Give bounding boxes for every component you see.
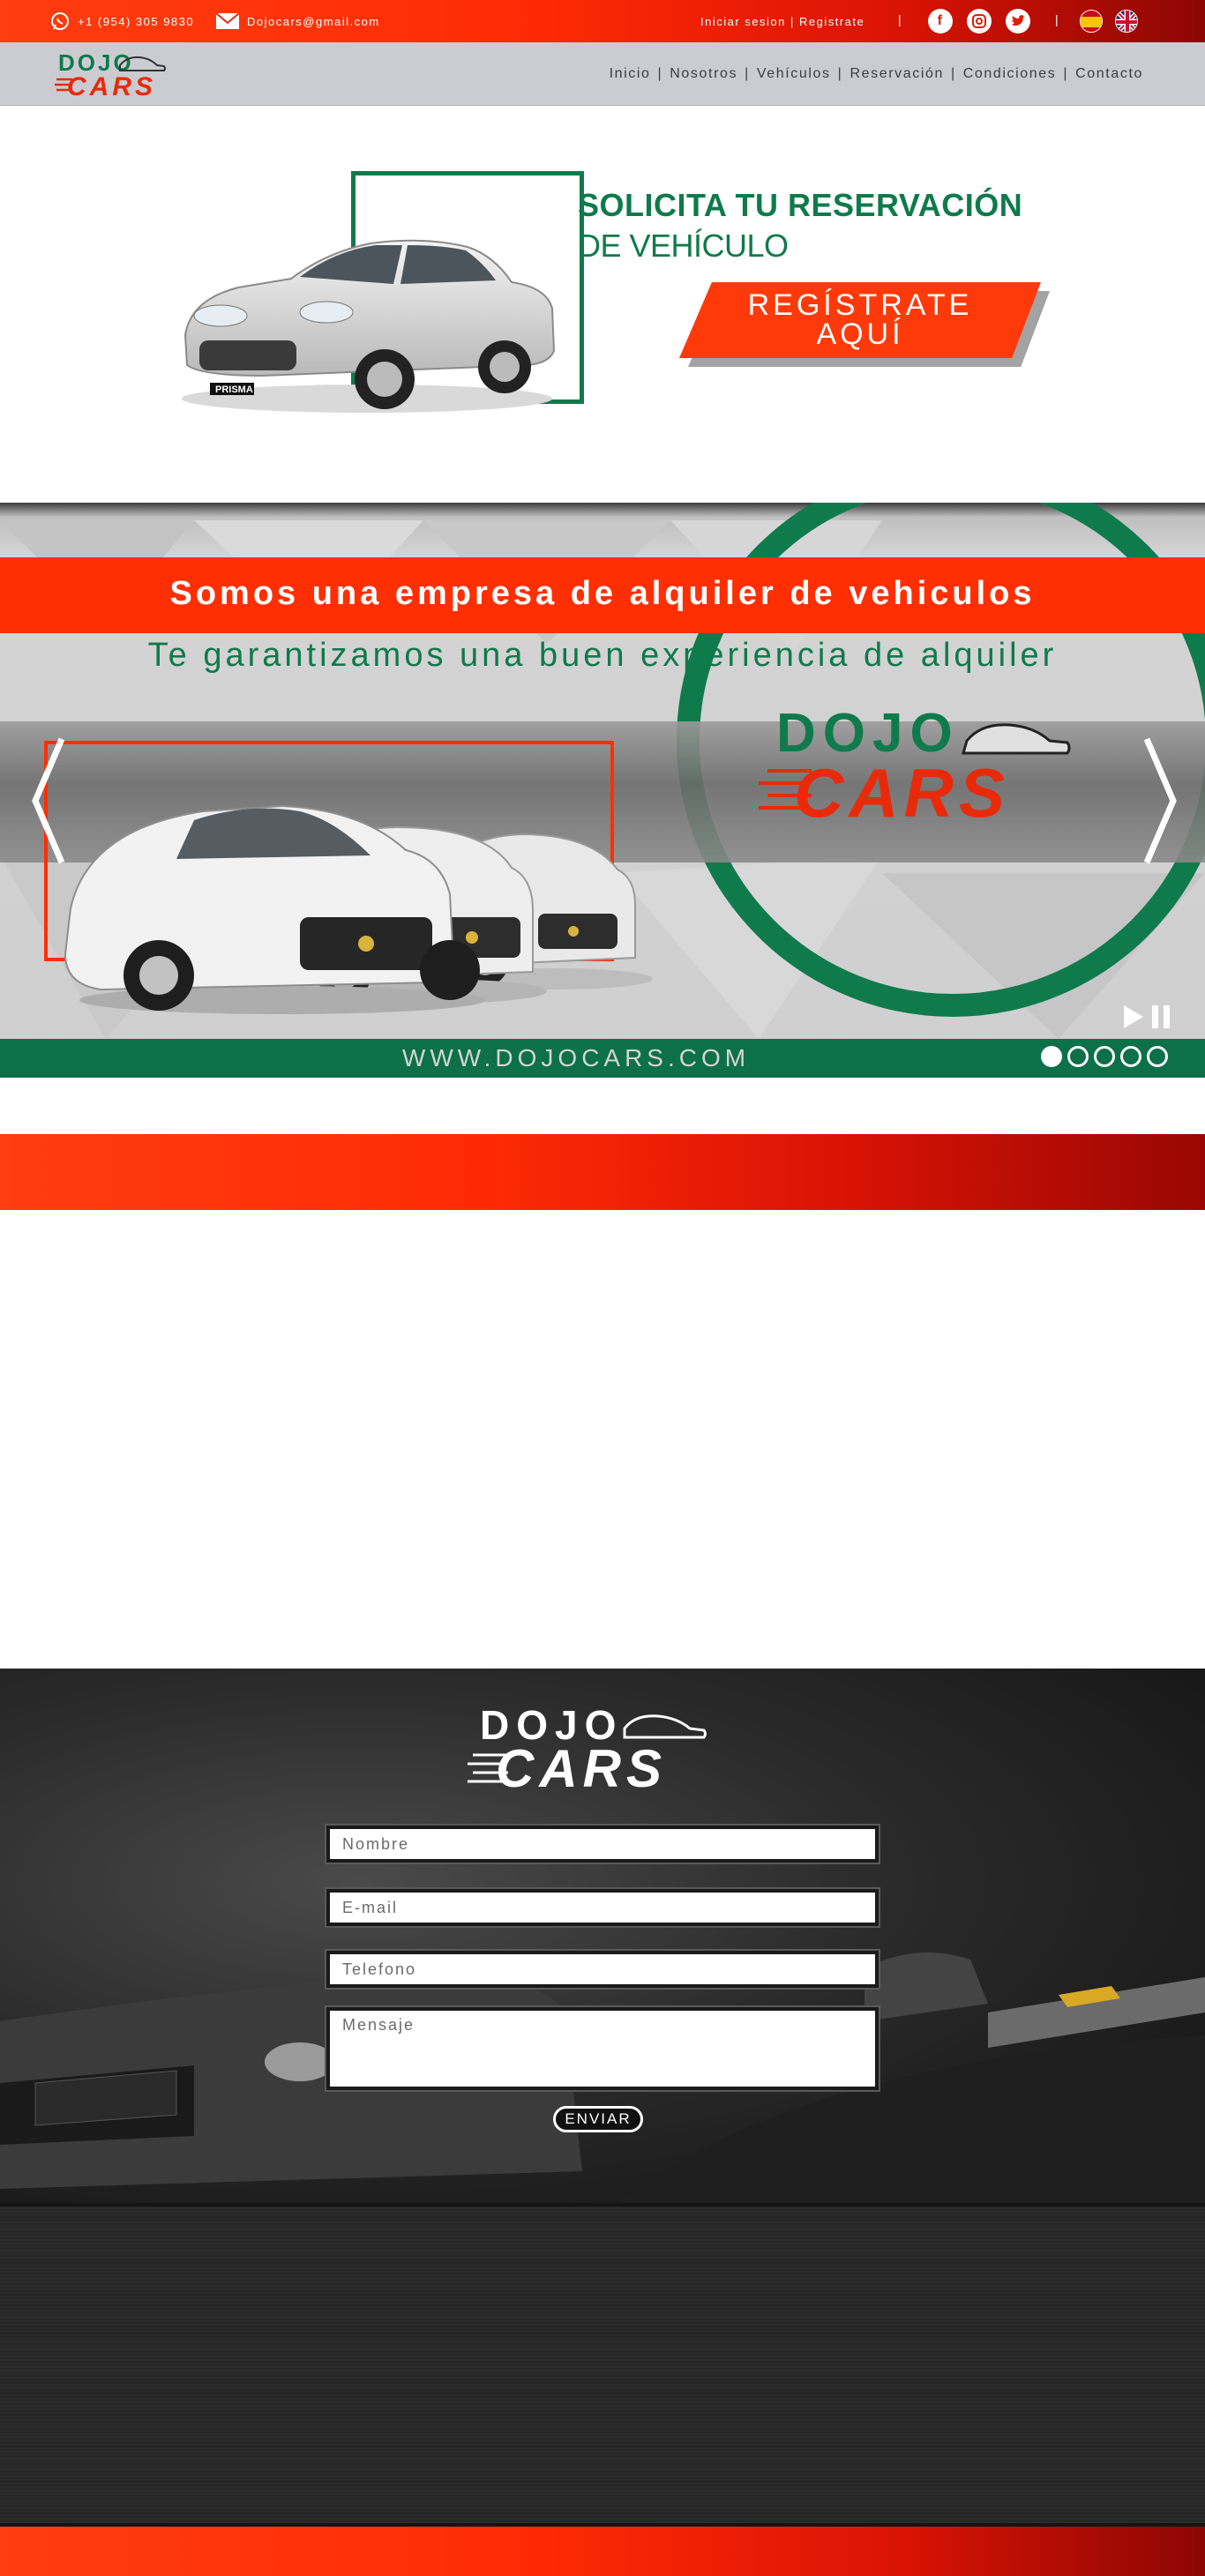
nav-separator: | <box>837 66 843 81</box>
promo-title: SOLICITA TU RESERVACIÓN <box>578 187 1023 223</box>
name-field[interactable] <box>325 1824 880 1864</box>
play-icon[interactable] <box>1124 1005 1143 1028</box>
nav-separator: | <box>745 66 750 81</box>
auth-links[interactable]: Iniciar sesion | Registrate <box>700 0 864 42</box>
cta-label: REGÍSTRATE AQUÍ <box>679 288 1041 351</box>
email-field[interactable] <box>325 1887 880 1928</box>
nav-item-condiciones[interactable]: Condiciones <box>963 66 1057 82</box>
nav-separator: | <box>1063 66 1069 81</box>
slider-pagination <box>1041 1046 1168 1067</box>
dojo-cars-logo[interactable]: DOJO CARS <box>55 48 187 101</box>
footer <box>0 2203 1205 2523</box>
main-nav: Inicio | Nosotros | Vehículos | Reservac… <box>610 42 1143 106</box>
language-switcher <box>1080 0 1138 42</box>
phone-number: +1 (954) 305 9830 <box>78 14 195 28</box>
top-bar: +1 (954) 305 9830 Dojocars@gmail.com Ini… <box>0 0 1205 42</box>
page: +1 (954) 305 9830 Dojocars@gmail.com Ini… <box>0 0 1205 2576</box>
contact-section: DOJO CARS ENVIAR <box>0 1669 1205 2203</box>
message-field[interactable] <box>325 2005 880 2092</box>
nav-item-inicio[interactable]: Inicio <box>610 66 651 82</box>
slider-dot-1[interactable] <box>1041 1046 1062 1067</box>
email-contact[interactable]: Dojocars@gmail.com <box>215 0 380 42</box>
instagram-icon[interactable] <box>967 9 992 34</box>
contact-logo: DOJO CARS <box>468 1702 707 1796</box>
twitter-icon[interactable] <box>1006 9 1030 34</box>
register-cta-button[interactable]: REGÍSTRATE AQUÍ <box>679 282 1050 367</box>
svg-text:CARS: CARS <box>496 1739 667 1796</box>
promo-car-image: PRISMA <box>182 239 556 413</box>
slider-next-arrow[interactable] <box>1133 730 1186 871</box>
website-url: WWW.DOJOCARS.COM <box>401 1044 751 1071</box>
login-register-link[interactable]: Iniciar sesion | Registrate <box>700 15 864 28</box>
divider: | <box>898 12 903 26</box>
nav-item-reservacion[interactable]: Reservación <box>849 66 944 82</box>
slider-prev-arrow[interactable] <box>23 730 76 871</box>
social-links: f <box>928 0 1030 42</box>
nav-separator: | <box>950 66 956 81</box>
slide-suv-fleet-image <box>64 804 653 1014</box>
slider-headline: Somos una empresa de alquiler de vehicul… <box>169 575 1036 612</box>
nav-item-nosotros[interactable]: Nosotros <box>670 66 737 82</box>
spain-flag-icon[interactable] <box>1080 10 1103 33</box>
cta-label-line1: REGÍSTRATE <box>747 288 973 322</box>
phone-field[interactable] <box>325 1949 880 1990</box>
navbar: DOJO CARS Inicio | Nosotros | Vehículos … <box>0 42 1205 106</box>
website-strip: WWW.DOJOCARS.COM <box>0 1039 1205 1078</box>
nav-item-contacto[interactable]: Contacto <box>1075 66 1143 82</box>
nav-separator: | <box>657 66 663 81</box>
whatsapp-icon <box>51 12 69 30</box>
slider-dot-3[interactable] <box>1094 1046 1115 1067</box>
phone-contact[interactable]: +1 (954) 305 9830 <box>49 0 194 42</box>
promo-subtitle: DE VEHÍCULO <box>578 228 789 264</box>
pause-icon[interactable] <box>1152 1005 1170 1028</box>
red-divider-band <box>0 1134 1205 1210</box>
svg-text:CARS: CARS <box>67 72 156 101</box>
reservation-promo: PRISMA SOLICITA TU RESERVACIÓN DE VEHÍCU… <box>0 106 1205 503</box>
slider-dot-2[interactable] <box>1067 1046 1089 1067</box>
slider-controls <box>1124 1005 1170 1028</box>
facebook-icon[interactable]: f <box>928 9 953 34</box>
hero-slider: Somos una empresa de alquiler de vehicul… <box>0 503 1205 1078</box>
divider: | <box>1055 12 1060 26</box>
slider-headline-band: Somos una empresa de alquiler de vehicul… <box>0 557 1205 633</box>
svg-text:PRISMA: PRISMA <box>215 385 253 395</box>
slider-dot-5[interactable] <box>1147 1046 1168 1067</box>
slider-dot-4[interactable] <box>1120 1046 1141 1067</box>
cta-label-line2: AQUÍ <box>816 317 904 351</box>
email-address: Dojocars@gmail.com <box>247 14 380 28</box>
nav-item-vehiculos[interactable]: Vehículos <box>757 66 831 82</box>
slider-logo: DOJO CARS <box>759 703 1071 832</box>
send-button[interactable]: ENVIAR <box>553 2106 643 2132</box>
slider-tagline: Te garantizamos una buen experiencia de … <box>147 637 1058 674</box>
footer-red-bar <box>0 2523 1205 2576</box>
svg-text:CARS: CARS <box>794 754 1010 832</box>
mail-icon <box>215 12 240 29</box>
uk-flag-icon[interactable] <box>1115 10 1138 33</box>
